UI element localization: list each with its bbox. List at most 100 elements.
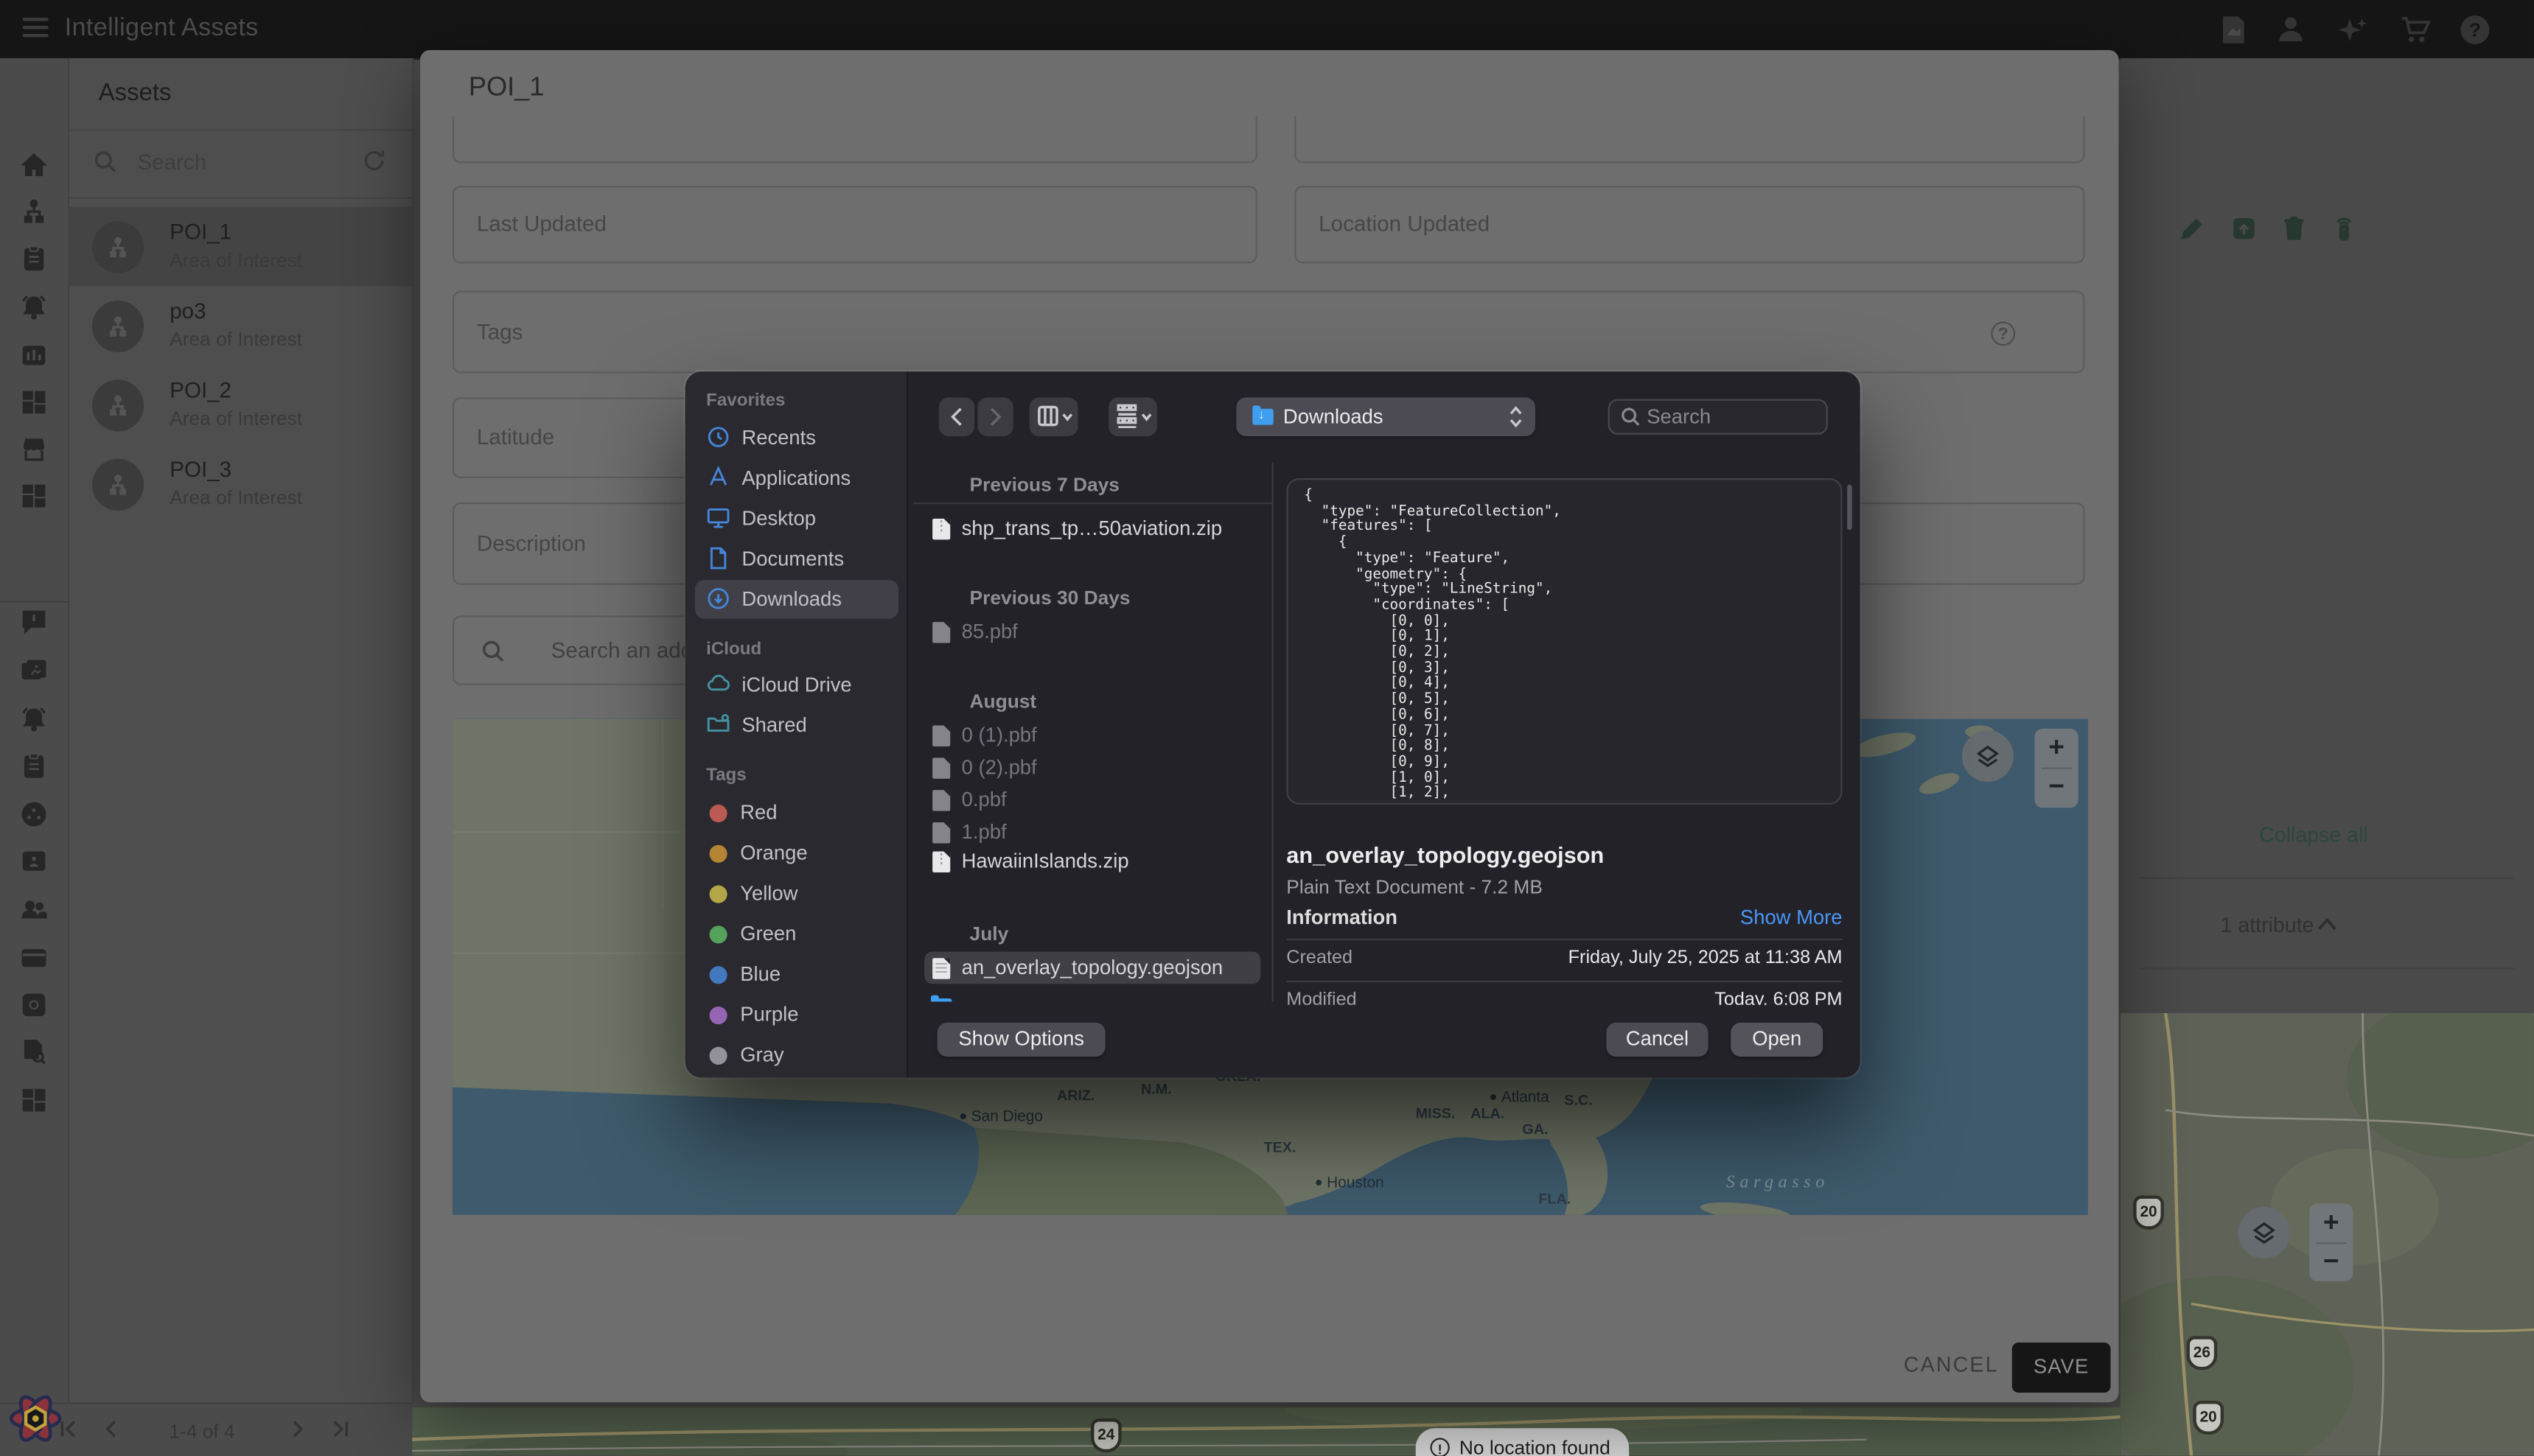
store-icon[interactable] [21, 436, 47, 462]
dialog-search-field[interactable]: Search [1608, 399, 1828, 435]
edit-icon[interactable] [2180, 217, 2205, 241]
notifications-icon[interactable] [21, 706, 47, 732]
asset-item-poi2[interactable]: POI_2 Area of Interest [69, 365, 412, 444]
file-row-1-pbf: 1.pbf [924, 816, 1260, 848]
collapse-all-link[interactable]: Collapse all [2259, 822, 2367, 847]
tag-blue[interactable]: Blue [695, 955, 898, 994]
location-dropdown[interactable]: Downloads [1236, 397, 1535, 436]
settings-icon[interactable] [21, 992, 47, 1018]
tag-dot [710, 965, 727, 983]
sidebar-item-desktop[interactable]: Desktop [695, 500, 898, 539]
location-updated-field[interactable]: Location Updated [1294, 186, 2084, 263]
audit-log-icon[interactable] [21, 1039, 47, 1065]
tasks-icon[interactable] [21, 753, 47, 779]
alarm-bell-icon[interactable] [21, 294, 47, 320]
sensor-icon[interactable] [2332, 217, 2356, 241]
save-button[interactable]: SAVE [2012, 1343, 2111, 1393]
file-info: an_overlay_topology.geojson Plain Text D… [1286, 829, 1842, 1005]
layers-button[interactable] [1962, 730, 2014, 782]
asset-item-poi3[interactable]: POI_3 Area of Interest [69, 444, 412, 523]
zoom-in-button[interactable]: + [2034, 729, 2078, 768]
sparkle-icon[interactable] [2335, 15, 2370, 46]
people-icon[interactable] [21, 897, 47, 923]
cancel-button[interactable]: CANCEL [1904, 1352, 1999, 1376]
file-row-hawaii-zip[interactable]: HawaiinIslands.zip [924, 845, 1260, 878]
back-button[interactable] [939, 397, 974, 436]
dashboard-icon[interactable] [21, 389, 47, 415]
cart-icon[interactable] [2400, 15, 2431, 46]
right-map[interactable]: 20 26 20 +− [2121, 1013, 2534, 1456]
contact-card-icon[interactable] [21, 848, 47, 874]
desktop-icon [706, 505, 730, 530]
sidebar-item-icloud-drive[interactable]: iCloud Drive [695, 665, 898, 704]
sidebar-item-applications[interactable]: Applications [695, 459, 898, 498]
sidebar-item-shared[interactable]: Shared [695, 706, 898, 745]
group-view-button[interactable] [1109, 397, 1157, 436]
bottom-map-strip[interactable]: 24 [412, 1407, 2121, 1456]
user-icon[interactable] [2275, 15, 2306, 46]
zoom-control[interactable]: +− [2034, 729, 2078, 808]
asset-item-poi1[interactable]: POI_1 Area of Interest [69, 207, 412, 286]
widgets-icon[interactable] [21, 483, 47, 509]
tag-green[interactable]: Green [695, 914, 898, 953]
dialog-open-button[interactable]: Open [1731, 1023, 1823, 1057]
show-options-button[interactable]: Show Options [938, 1023, 1106, 1057]
layers-button[interactable] [2238, 1207, 2290, 1259]
route-shield: 26 [2187, 1336, 2218, 1370]
feedback-icon[interactable] [21, 609, 47, 635]
icloud-label: iCloud [706, 640, 761, 659]
sidebar-item-documents[interactable]: Documents [695, 539, 898, 578]
folder-icon [931, 998, 952, 1001]
file-row-geojson-selected[interactable]: an_overlay_topology.geojson [924, 951, 1260, 984]
tag-red[interactable]: Red [695, 794, 898, 833]
menu-icon[interactable] [23, 18, 49, 39]
file-row-aviation-zip[interactable]: shp_trans_tp…50aviation.zip [924, 512, 1260, 545]
refresh-icon[interactable] [362, 149, 386, 173]
preview-scrollbar[interactable] [1847, 485, 1852, 530]
last-updated-field[interactable]: Last Updated [453, 186, 1257, 263]
show-more-link[interactable]: Show More [1740, 906, 1843, 929]
home-icon[interactable] [21, 152, 47, 178]
file-row-clipped[interactable] [924, 990, 1260, 1001]
tag-orange[interactable]: Orange [695, 833, 898, 872]
forward-button[interactable] [978, 397, 1013, 436]
file-icon [932, 822, 950, 843]
section-header: July [970, 923, 1009, 945]
map-file-icon[interactable] [2217, 15, 2248, 46]
clipboard-icon[interactable] [21, 245, 47, 271]
search-icon [481, 640, 504, 662]
map-layers-icon[interactable] [21, 657, 47, 683]
tag-yellow[interactable]: Yellow [695, 874, 898, 913]
zoom-out-button[interactable]: − [2309, 1244, 2353, 1281]
svg-text:?: ? [2469, 19, 2481, 41]
sidebar-item-downloads[interactable]: Downloads [695, 580, 898, 619]
sidebar-item-recents[interactable]: Recents [695, 419, 898, 458]
prev-page-icon[interactable] [100, 1418, 122, 1440]
tag-gray[interactable]: Gray [695, 1035, 898, 1074]
dialog-cancel-button[interactable]: Cancel [1606, 1023, 1708, 1057]
apps-icon[interactable] [21, 1088, 47, 1113]
zoom-out-button[interactable]: − [2034, 769, 2078, 808]
help-icon[interactable]: ? [2460, 15, 2491, 46]
hierarchy-icon[interactable] [21, 199, 47, 225]
next-page-icon[interactable] [287, 1418, 309, 1440]
chevron-up-icon[interactable] [2317, 916, 2336, 932]
tag-purple[interactable]: Purple [695, 995, 898, 1035]
chart-icon[interactable] [21, 343, 47, 368]
delete-icon[interactable] [2282, 217, 2306, 241]
zoom-control[interactable]: +− [2309, 1203, 2353, 1281]
geojson-file-icon [932, 957, 950, 979]
assets-panel-title: Assets [99, 79, 172, 106]
location-value: Downloads [1283, 405, 1383, 428]
tags-field[interactable]: Tags ? [453, 291, 2085, 374]
last-page-icon[interactable] [329, 1418, 351, 1440]
modal-title-strip: POI_1 [420, 50, 2118, 116]
asset-item-po3[interactable]: po3 Area of Interest [69, 286, 412, 365]
assets-search[interactable]: Search [69, 131, 412, 197]
groups-icon[interactable] [21, 802, 47, 827]
column-view-button[interactable] [1030, 397, 1078, 436]
zoom-in-button[interactable]: + [2309, 1203, 2353, 1242]
archive-upload-icon[interactable] [2232, 217, 2256, 241]
tags-help-icon[interactable]: ? [1991, 321, 2015, 346]
billing-icon[interactable] [21, 945, 47, 971]
